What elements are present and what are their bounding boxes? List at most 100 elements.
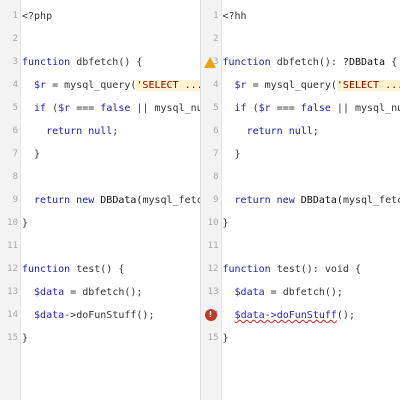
code-token: return null;: [222, 126, 319, 137]
code-token: 'SELECT ...': [136, 80, 200, 91]
code-text[interactable]: $r = mysql_query('SELECT ...');: [22, 74, 200, 97]
code-line[interactable]: 13 $data = dbfetch();: [0, 281, 200, 304]
code-line[interactable]: 5 if ($r === false || mysql_num_rows($r)…: [0, 97, 200, 120]
code-text[interactable]: $data->doFunStuff();: [22, 304, 154, 327]
code-line[interactable]: 8: [201, 166, 400, 189]
code-token: DBData(: [300, 195, 343, 206]
code-token: test(): void {: [276, 264, 361, 275]
line-number: 5: [12, 103, 18, 113]
code-token: return new: [222, 195, 301, 206]
code-token: ===: [70, 103, 101, 114]
code-line[interactable]: 1 <?hh: [201, 5, 400, 28]
line-number: 14: [7, 310, 18, 320]
code-line[interactable]: 3 function dbfetch() {: [0, 51, 200, 74]
line-number: 12: [207, 264, 219, 274]
code-text[interactable]: $data = dbfetch();: [223, 281, 343, 304]
code-token: $data: [22, 287, 65, 298]
code-line[interactable]: 4 $r = mysql_query('SELECT ...');: [201, 74, 400, 97]
code-token: mysql_query(: [264, 80, 337, 91]
code-line[interactable]: 8: [0, 166, 200, 189]
code-line[interactable]: 9 return new DBData(mysql_fetch_array($r…: [201, 189, 400, 212]
code-text[interactable]: return new DBData(mysql_fetch_array($r))…: [223, 189, 400, 212]
line-number: 3: [12, 57, 18, 67]
code-text[interactable]: if ($r === false || mysql_num_rows($r) =…: [223, 97, 400, 120]
code-text[interactable]: function test() {: [22, 258, 124, 281]
code-token: }: [22, 333, 29, 344]
code-line[interactable]: 10}: [0, 212, 200, 235]
code-line[interactable]: 11: [0, 235, 200, 258]
code-line[interactable]: 6 return null;: [201, 120, 400, 143]
code-text[interactable]: return null;: [22, 120, 118, 143]
code-line[interactable]: 9 return new DBData(mysql_fetch_array($r…: [0, 189, 200, 212]
code-line[interactable]: 2: [201, 28, 400, 51]
code-line[interactable]: 2: [0, 28, 200, 51]
line-number: 10: [7, 218, 18, 228]
code-token: ||: [330, 103, 355, 114]
code-text[interactable]: return null;: [223, 120, 319, 143]
code-text[interactable]: }: [22, 327, 28, 350]
code-line[interactable]: 15}: [0, 327, 200, 350]
code-line[interactable]: 7 }: [0, 143, 200, 166]
code-line[interactable]: 6 return null;: [0, 120, 200, 143]
code-token: dbfetch() {: [76, 57, 143, 68]
line-number: 12: [7, 264, 18, 274]
code-text[interactable]: <?hh: [223, 5, 247, 28]
code-text[interactable]: }: [22, 143, 40, 166]
code-token: }: [22, 218, 29, 229]
code-token: }: [222, 218, 229, 229]
code-text[interactable]: $data = dbfetch();: [22, 281, 142, 304]
code-token: = dbfetch();: [64, 287, 143, 298]
code-text[interactable]: function dbfetch() {: [22, 51, 142, 74]
line-number: 11: [207, 241, 219, 251]
code-text[interactable]: }: [223, 143, 241, 166]
error-icon[interactable]: !: [204, 309, 217, 321]
code-line[interactable]: 12 function test(): void {: [201, 258, 400, 281]
code-line[interactable]: 4 $r = mysql_query('SELECT ...');: [0, 74, 200, 97]
code-line[interactable]: 13 $data = dbfetch();: [201, 281, 400, 304]
code-text[interactable]: }: [223, 212, 229, 235]
code-line[interactable]: 7 }: [201, 143, 400, 166]
code-text[interactable]: }: [223, 327, 229, 350]
code-text[interactable]: <?php: [22, 5, 52, 28]
code-text[interactable]: function dbfetch(): ?DBData {: [223, 51, 398, 74]
code-token: function: [22, 264, 77, 275]
code-line[interactable]: 14 $data->doFunStuff();: [0, 304, 200, 327]
code-token: function: [222, 57, 277, 68]
line-number: 8: [213, 172, 219, 182]
code-text[interactable]: if ($r === false || mysql_num_rows($r) =…: [22, 97, 199, 120]
code-token: }: [222, 333, 229, 344]
code-line[interactable]: 11: [201, 235, 400, 258]
line-number: 6: [12, 126, 18, 136]
code-token: mysql_num_rows(: [355, 103, 400, 114]
line-number: 9: [213, 195, 219, 205]
code-token: <?hh: [222, 11, 247, 22]
php-editor-pane[interactable]: 1 <?php 2 3 function dbfetch() {4 $r = mysql…: [0, 0, 201, 400]
code-text[interactable]: function test(): void {: [223, 258, 361, 281]
code-line[interactable]: 14! $data->doFunStuff();: [201, 304, 400, 327]
code-token: function: [22, 57, 77, 68]
line-number: 2: [213, 34, 219, 44]
code-token: ===: [270, 103, 301, 114]
code-line[interactable]: 1 <?php: [0, 5, 200, 28]
code-line[interactable]: 5 if ($r === false || mysql_num_rows($r)…: [201, 97, 400, 120]
line-number: 10: [207, 218, 219, 228]
code-text[interactable]: $data->doFunStuff();: [223, 304, 355, 327]
code-text[interactable]: $r = mysql_query('SELECT ...');: [223, 74, 400, 97]
line-number: 6: [213, 126, 219, 136]
code-line[interactable]: 15}: [201, 327, 400, 350]
code-token: $data: [22, 310, 65, 321]
code-token: test() {: [76, 264, 125, 275]
code-line[interactable]: 3 function dbfetch(): ?DBData {: [201, 51, 400, 74]
code-text[interactable]: return new DBData(mysql_fetch_array($r))…: [22, 189, 199, 212]
warning-icon[interactable]: [203, 57, 216, 68]
hack-editor-pane[interactable]: 1 <?hh 2 3 function dbfetch(): ?DBData {4 $r…: [200, 0, 400, 400]
code-line[interactable]: 12 function test() {: [0, 258, 200, 281]
code-text[interactable]: }: [22, 212, 28, 235]
line-number: 13: [7, 287, 18, 297]
line-number: 5: [213, 103, 219, 113]
line-number: 7: [12, 149, 18, 159]
line-number: 1: [12, 11, 18, 21]
code-token: 'SELECT ...': [336, 80, 400, 91]
code-line[interactable]: 10}: [201, 212, 400, 235]
